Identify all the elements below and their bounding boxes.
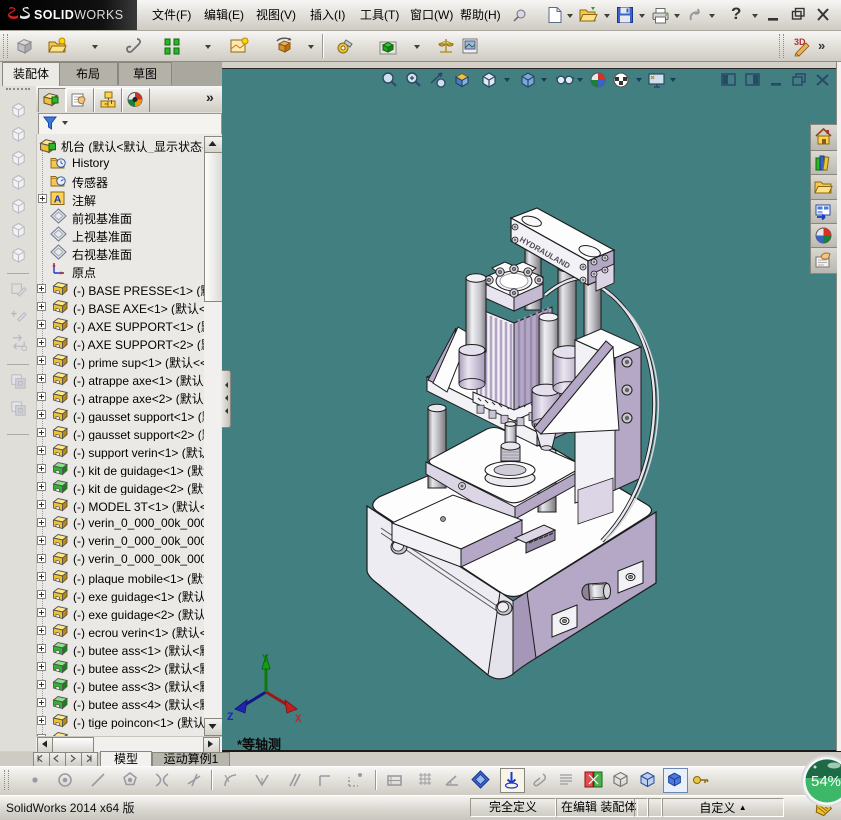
svg-text:Y: Y bbox=[262, 654, 269, 666]
svg-text:54%: 54% bbox=[811, 773, 841, 790]
svg-text:SOLIDWORKS: SOLIDWORKS bbox=[34, 8, 123, 22]
svg-text:A: A bbox=[54, 193, 62, 205]
svg-text:X: X bbox=[295, 714, 302, 725]
svg-text:Z: Z bbox=[227, 712, 234, 724]
